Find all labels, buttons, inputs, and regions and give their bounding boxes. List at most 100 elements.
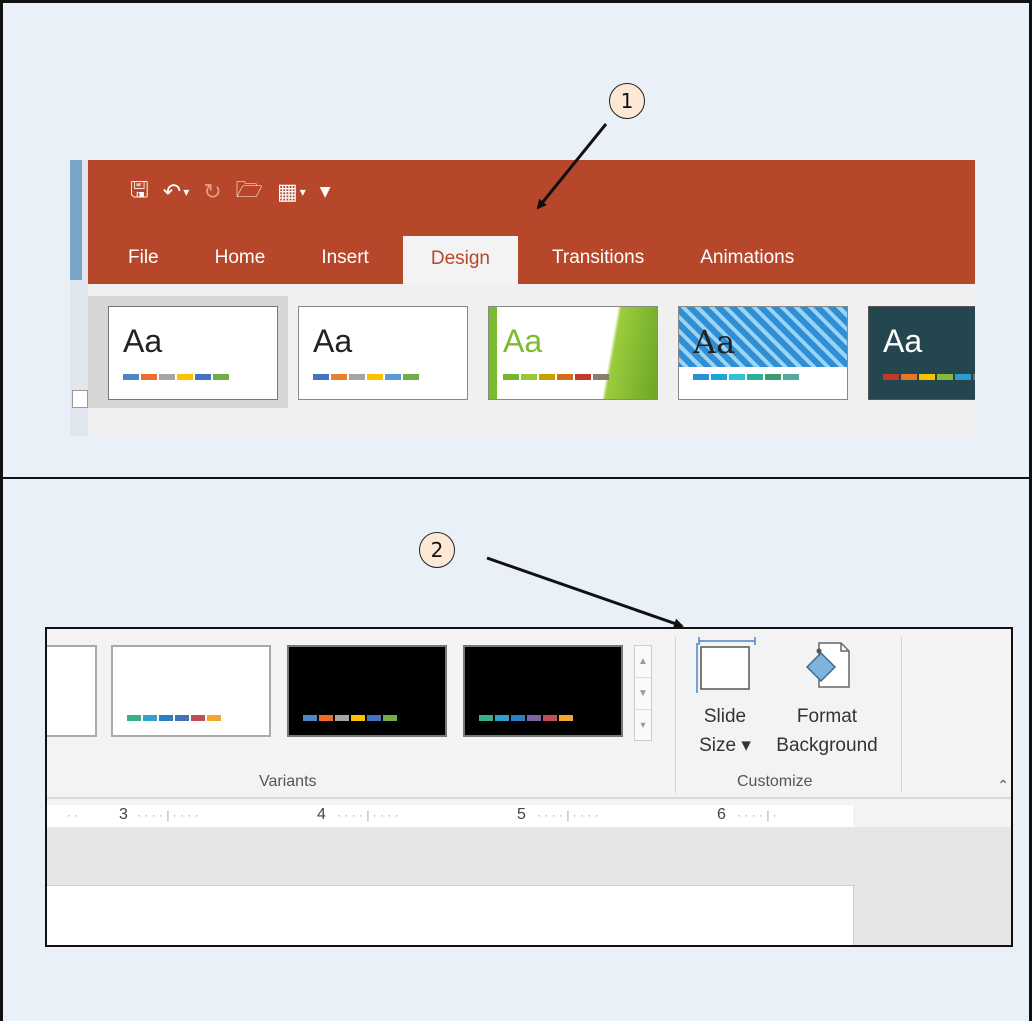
save-icon[interactable]: 🖫 [130, 173, 149, 211]
color-swatch [127, 715, 141, 721]
variant-dark-1[interactable] [287, 645, 447, 737]
quick-access-toolbar: 🖫 ↶ ▾ ↻ 🗁 ▦ ▾ ▼ [130, 174, 345, 210]
theme-label: Aa [883, 323, 923, 359]
color-swatch [385, 374, 401, 380]
color-swatch [901, 374, 917, 380]
color-swatch [783, 374, 799, 380]
panel-divider [0, 477, 1032, 479]
format-background-icon [805, 642, 850, 688]
color-swatch [521, 374, 537, 380]
customize-qat-icon[interactable]: ▼ [320, 184, 331, 200]
slide-size-button[interactable]: Slide Size ▾ [689, 637, 761, 760]
collapse-ribbon-icon[interactable]: ⌃ [997, 777, 1009, 794]
color-swatch [729, 374, 745, 380]
theme-ion[interactable]: Aa [678, 306, 848, 400]
horizontal-ruler: · · 3 · · · · | · · · · 4 · · · · | · · … [47, 805, 853, 827]
color-swatch [123, 374, 139, 380]
color-swatch [937, 374, 953, 380]
theme-dark[interactable]: Aa [868, 306, 975, 400]
color-swatch [479, 715, 493, 721]
slide-work-area [47, 827, 1011, 945]
slide-size-label-2: Size ▾ [699, 735, 751, 756]
variant-dark-2[interactable] [463, 645, 623, 737]
customize-group-label: Customize [737, 773, 813, 790]
variant-color-bars [479, 715, 575, 721]
scroll-up-icon[interactable]: ▲ [635, 646, 651, 678]
color-swatch [349, 374, 365, 380]
color-swatch [143, 715, 157, 721]
step-1-number: 1 [620, 89, 634, 113]
ribbon-screenshot-design-tab: 🖫 ↶ ▾ ↻ 🗁 ▦ ▾ ▼ File Home Insert Design … [70, 160, 975, 436]
theme-color-bars [123, 374, 231, 380]
color-swatch [559, 715, 573, 721]
title-bar: 🖫 ↶ ▾ ↻ 🗁 ▦ ▾ ▼ File Home Insert Design … [88, 160, 975, 284]
undo-dropdown-icon[interactable]: ▾ [183, 185, 189, 199]
color-swatch [159, 374, 175, 380]
color-swatch [367, 374, 383, 380]
color-swatch [955, 374, 971, 380]
format-background-button[interactable]: Format Background [765, 637, 889, 760]
tab-insert[interactable]: Insert [287, 234, 391, 284]
ruler-mark-5: 5 [517, 806, 526, 823]
ribbon-tabs: File Home Insert Design Transitions Anim… [106, 234, 816, 284]
color-swatch [191, 715, 205, 721]
undo-icon[interactable]: ↶ [163, 180, 181, 205]
theme-dropdown-icon[interactable]: ▾ [300, 185, 306, 199]
tab-animations[interactable]: Animations [666, 234, 816, 284]
group-separator [675, 637, 676, 793]
slide-size-icon [696, 637, 756, 693]
color-swatch [693, 374, 709, 380]
variants-group-label: Variants [259, 773, 317, 790]
tab-transitions[interactable]: Transitions [518, 234, 666, 284]
theme-label: Aa [503, 323, 543, 359]
color-swatch [403, 374, 419, 380]
tab-home[interactable]: Home [181, 234, 288, 284]
window-edge [70, 160, 88, 436]
color-swatch [495, 715, 509, 721]
variant-partial[interactable] [47, 645, 97, 737]
variants-gallery-scroll[interactable]: ▲ ▼ ▾ [634, 645, 652, 741]
color-swatch [883, 374, 899, 380]
color-swatch [159, 715, 173, 721]
tab-design[interactable]: Design [402, 236, 518, 284]
color-swatch [319, 715, 333, 721]
ruler-mark-4: 4 [317, 806, 326, 823]
variant-color-bars [127, 715, 223, 721]
color-swatch [539, 374, 555, 380]
scroll-down-icon[interactable]: ▼ [635, 678, 651, 710]
tab-file[interactable]: File [106, 234, 181, 284]
theme-color-bars [693, 374, 801, 380]
ruler-mark-6: 6 [717, 806, 726, 823]
color-swatch [711, 374, 727, 380]
slide-size-label-1: Slide [703, 706, 747, 727]
theme-label: Aa [123, 323, 163, 359]
color-swatch [503, 374, 519, 380]
color-swatch [303, 715, 317, 721]
step-2-number: 2 [430, 538, 444, 562]
color-swatch [351, 715, 365, 721]
open-folder-icon[interactable]: 🗁 [236, 173, 263, 211]
color-swatch [383, 715, 397, 721]
theme-colors-icon[interactable]: ▦ [277, 180, 298, 205]
variant-light[interactable] [111, 645, 271, 737]
theme-office[interactable]: Aa [108, 306, 278, 400]
format-background-label-1: Format [796, 706, 858, 727]
theme-facet[interactable]: Aa [488, 306, 658, 400]
theme-label: Aa [313, 323, 353, 359]
format-background-label-2: Background [776, 735, 878, 756]
color-swatch [335, 715, 349, 721]
more-variants-icon[interactable]: ▾ [635, 710, 651, 741]
color-swatch [557, 374, 573, 380]
theme-office-2[interactable]: Aa [298, 306, 468, 400]
theme-label: Aa [693, 323, 736, 361]
variant-color-bars [303, 715, 399, 721]
color-swatch [367, 715, 381, 721]
redo-icon[interactable]: ↻ [203, 180, 221, 205]
color-swatch [593, 374, 609, 380]
color-swatch [527, 715, 541, 721]
step-2-badge: 2 [419, 532, 455, 568]
slide-canvas[interactable] [47, 885, 854, 945]
color-swatch [765, 374, 781, 380]
group-separator [901, 637, 902, 793]
ruler-mark-3: 3 [119, 806, 128, 823]
